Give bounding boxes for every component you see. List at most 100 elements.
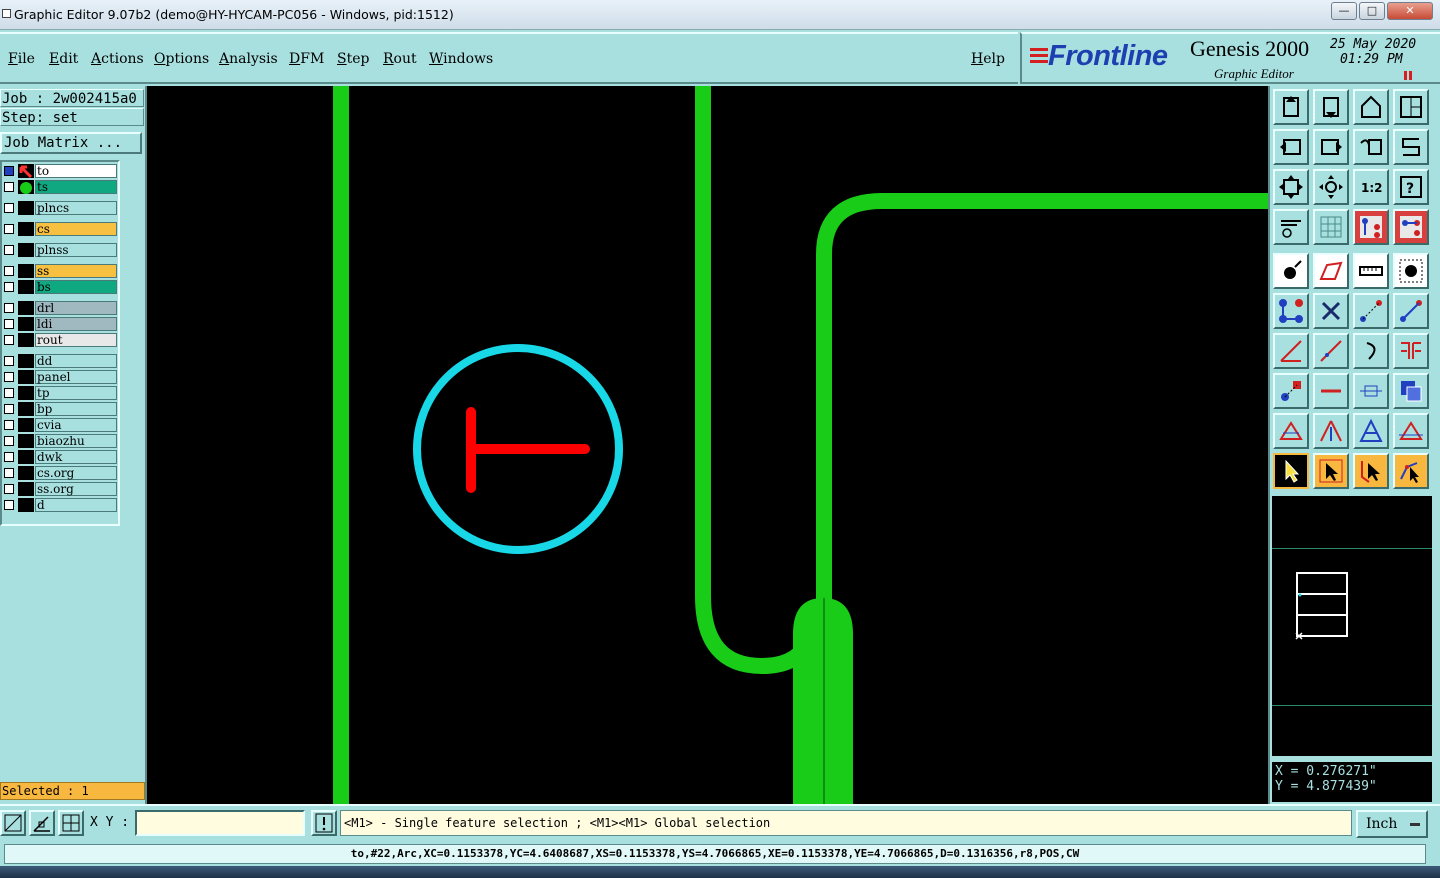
overview-map[interactable]	[1272, 494, 1432, 756]
layer-row-d[interactable]: d	[2, 498, 118, 512]
menu-analysis[interactable]: Analysis	[219, 51, 278, 67]
layer-row-rout[interactable]: rout	[2, 333, 118, 347]
ruler-icon[interactable]	[1353, 253, 1389, 289]
layer-row-drl[interactable]: drl	[2, 301, 118, 315]
zoom-down-icon[interactable]	[1313, 89, 1349, 125]
zoom-center-icon[interactable]	[1313, 169, 1349, 205]
menu-dfm[interactable]: DFM	[289, 51, 324, 67]
connect-nodes-icon[interactable]	[1273, 293, 1309, 329]
triangle-outline-icon[interactable]	[1273, 413, 1309, 449]
layer-status-cell[interactable]	[18, 317, 34, 331]
undo-view-icon[interactable]	[1353, 129, 1389, 165]
layer-status-cell[interactable]	[18, 386, 34, 400]
minimize-button[interactable]: —	[1331, 2, 1357, 20]
close-button[interactable]: ✕	[1387, 2, 1433, 20]
layer-status-cell[interactable]	[18, 466, 34, 480]
layer-checkbox[interactable]	[4, 245, 14, 255]
layer-status-cell[interactable]	[18, 201, 34, 215]
layer-checkbox[interactable]	[4, 303, 14, 313]
layer-row-ldi[interactable]: ldi	[2, 317, 118, 331]
zoom-fit-icon[interactable]	[1273, 169, 1309, 205]
layer-row-panel[interactable]: panel	[2, 370, 118, 384]
layer-status-cell[interactable]	[18, 402, 34, 416]
layer-checkbox[interactable]	[4, 388, 14, 398]
layer-row-plnss[interactable]: plnss	[2, 243, 118, 257]
menu-rout[interactable]: Rout	[383, 51, 417, 67]
layer-row-ss-org[interactable]: ss.org	[2, 482, 118, 496]
layer-checkbox[interactable]	[4, 335, 14, 345]
layer-status-cell[interactable]	[18, 418, 34, 432]
scale-1-2-icon[interactable]: 1:2	[1353, 169, 1389, 205]
horizontal-line-icon[interactable]	[1313, 373, 1349, 409]
copy-shape-icon[interactable]	[1393, 373, 1429, 409]
cross-nodes-icon[interactable]	[1313, 293, 1349, 329]
pan-right-icon[interactable]	[1313, 129, 1349, 165]
triangle-measure-icon[interactable]	[1393, 413, 1429, 449]
xy-input[interactable]	[135, 810, 305, 836]
layer-status-cell[interactable]	[18, 264, 34, 278]
triangle-arrow-icon[interactable]	[1313, 413, 1349, 449]
display-dot-icon[interactable]	[18, 180, 34, 194]
home-icon[interactable]	[1353, 89, 1389, 125]
edit-pointer-icon[interactable]	[18, 164, 34, 179]
help-query-icon[interactable]: ?	[1393, 169, 1429, 205]
layer-status-cell[interactable]	[18, 354, 34, 368]
node-group-icon[interactable]	[1273, 373, 1309, 409]
menu-options[interactable]: Options	[154, 51, 209, 67]
layer-status-cell[interactable]	[18, 370, 34, 384]
layer-checkbox[interactable]	[4, 266, 14, 276]
line-move-icon[interactable]	[1393, 293, 1429, 329]
layer-checkbox[interactable]	[4, 404, 14, 414]
layer-row-cs[interactable]: cs	[2, 222, 118, 236]
unit-selector[interactable]: Inch	[1356, 810, 1428, 838]
layer-row-to[interactable]: to	[2, 164, 118, 179]
surface-add-icon[interactable]	[1313, 253, 1349, 289]
layer-checkbox[interactable]	[4, 203, 14, 213]
zoom-home-up-icon[interactable]	[1273, 89, 1309, 125]
layer-status-cell[interactable]	[18, 482, 34, 496]
arc-draw-icon[interactable]	[1353, 333, 1389, 369]
menu-help[interactable]: Help	[971, 51, 1005, 67]
dimension-icon[interactable]	[1353, 373, 1389, 409]
angle-icon[interactable]	[1273, 333, 1309, 369]
layer-row-plncs[interactable]: plncs	[2, 201, 118, 215]
pointer-move-icon[interactable]	[1353, 453, 1389, 489]
layer-checkbox[interactable]	[4, 500, 14, 510]
menu-edit[interactable]: Edit	[49, 51, 78, 67]
job-matrix-button[interactable]: Job Matrix ...	[0, 132, 142, 154]
layer-checkbox[interactable]	[4, 468, 14, 478]
snap-tool-icon[interactable]	[1353, 209, 1389, 245]
menu-actions[interactable]: Actions	[91, 51, 144, 67]
layer-checkbox[interactable]	[4, 356, 14, 366]
angle-snap-icon[interactable]	[29, 810, 55, 836]
layer-row-cs-org[interactable]: cs.org	[2, 466, 118, 480]
layer-row-ts[interactable]: ts	[2, 180, 118, 194]
grid-icon[interactable]	[1313, 209, 1349, 245]
layer-status-cell[interactable]	[18, 333, 34, 347]
layer-row-dwk[interactable]: dwk	[2, 450, 118, 464]
line-draw-icon[interactable]	[1313, 333, 1349, 369]
layer-checkbox[interactable]	[4, 166, 14, 176]
graphic-canvas[interactable]	[147, 86, 1268, 804]
layer-checkbox[interactable]	[4, 372, 14, 382]
layer-row-cvia[interactable]: cvia	[2, 418, 118, 432]
layer-row-dd[interactable]: dd	[2, 354, 118, 368]
layer-status-cell[interactable]	[18, 301, 34, 315]
layer-row-biaozhu[interactable]: biaozhu	[2, 434, 118, 448]
menu-step[interactable]: Step	[337, 51, 369, 67]
layer-row-bs[interactable]: bs	[2, 280, 118, 294]
menu-windows[interactable]: Windows	[429, 51, 493, 67]
layer-status-cell[interactable]	[18, 243, 34, 257]
layer-status-cell[interactable]	[18, 498, 34, 512]
pointer-node-icon[interactable]	[1393, 453, 1429, 489]
triangle-fill-icon[interactable]	[1353, 413, 1389, 449]
layer-status-cell[interactable]	[18, 434, 34, 448]
line-snap-icon[interactable]	[1353, 293, 1389, 329]
layer-checkbox[interactable]	[4, 224, 14, 234]
layer-checkbox[interactable]	[4, 436, 14, 446]
swap-icon[interactable]	[1393, 129, 1429, 165]
maximize-button[interactable]: □	[1359, 2, 1385, 20]
layer-row-bp[interactable]: bp	[2, 402, 118, 416]
pointer-select-icon[interactable]	[1273, 453, 1309, 489]
pad-add-icon[interactable]	[1273, 253, 1309, 289]
